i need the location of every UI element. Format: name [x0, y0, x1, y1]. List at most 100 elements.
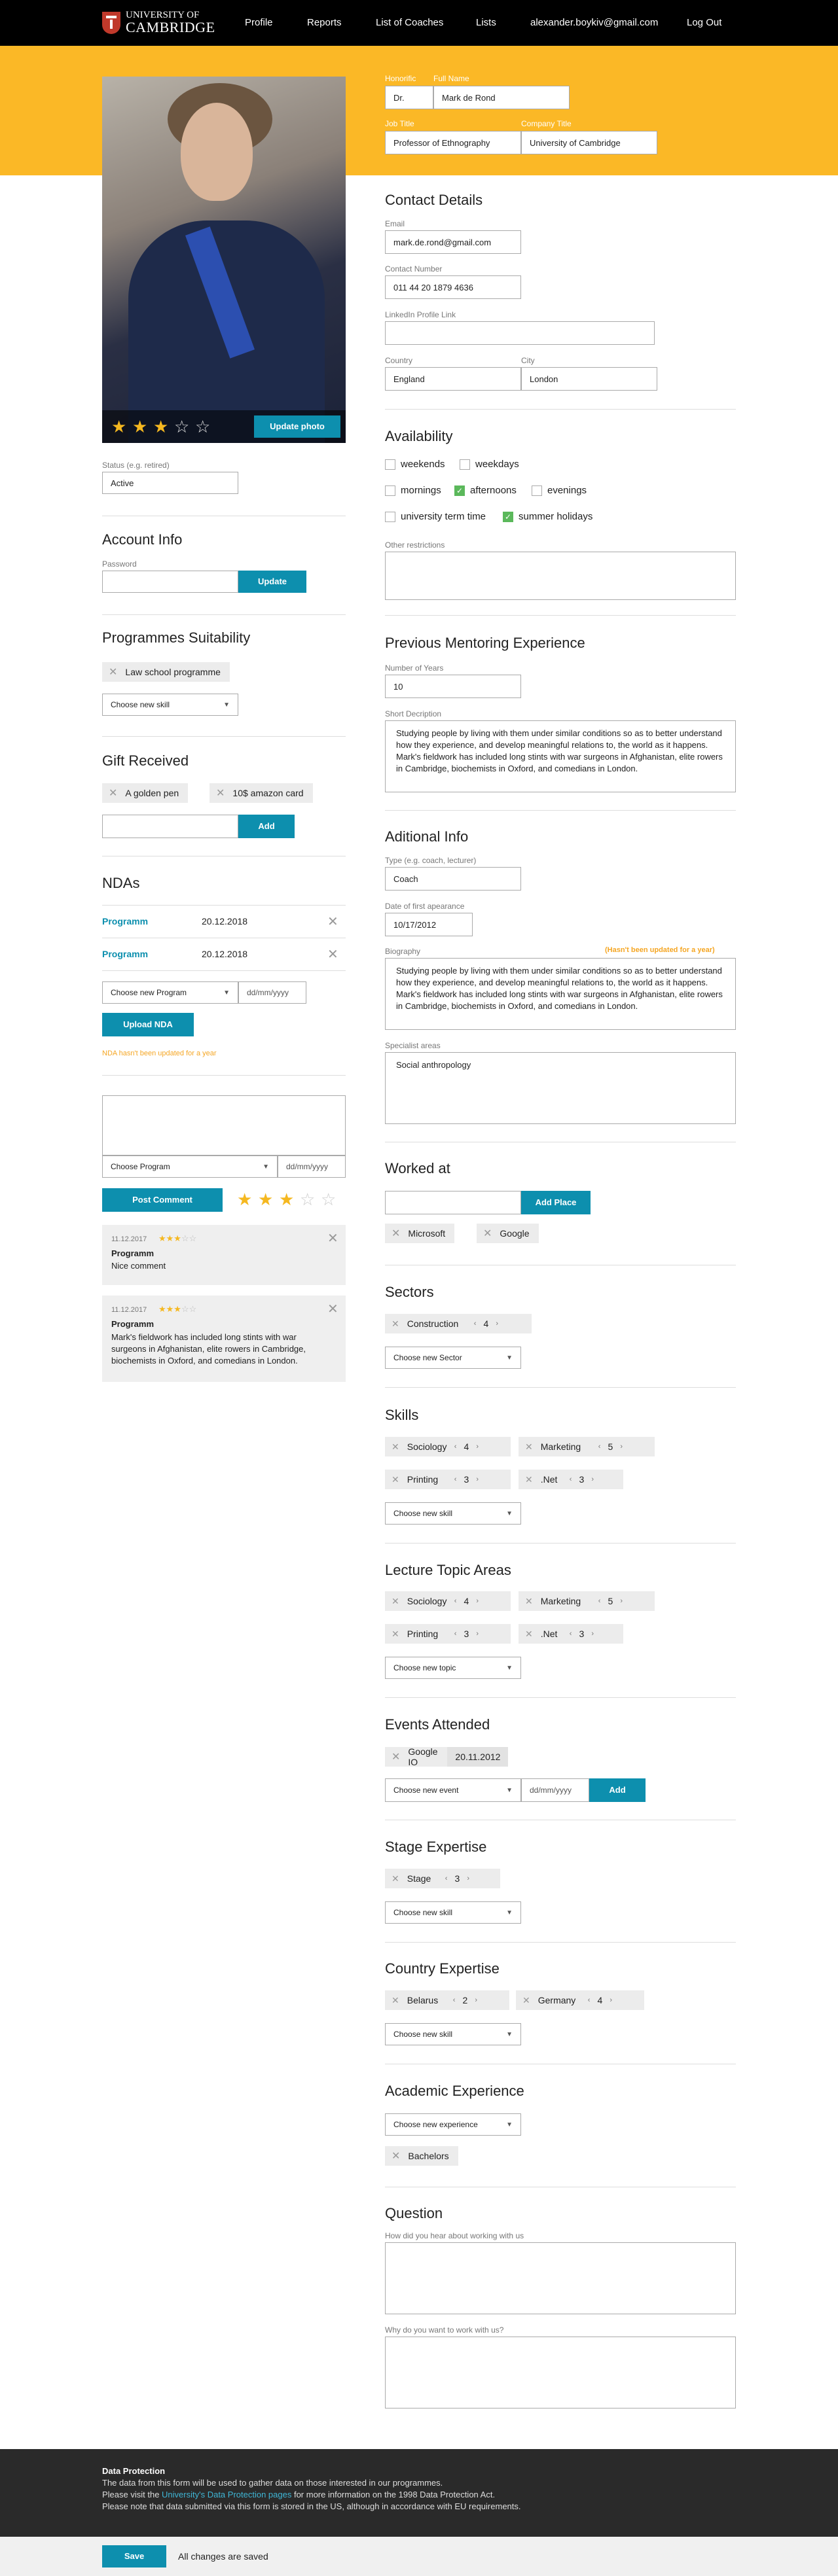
remove-icon[interactable]: ✕: [392, 1474, 399, 1485]
increment-icon[interactable]: ›: [475, 1996, 477, 2004]
restrictions-textarea[interactable]: [385, 552, 736, 600]
nda-date-input[interactable]: dd/mm/yyyy: [238, 981, 306, 1004]
email-field[interactable]: mark.de.rond@gmail.com: [385, 230, 521, 254]
event-date-input[interactable]: dd/mm/yyyy: [521, 1778, 589, 1802]
remove-icon[interactable]: ✕: [109, 786, 117, 800]
remove-icon[interactable]: ✕: [483, 1227, 492, 1240]
data-protection-link[interactable]: University's Data Protection pages: [162, 2490, 291, 2499]
star-icon[interactable]: ★: [111, 418, 126, 435]
remove-icon[interactable]: ✕: [216, 786, 225, 800]
star-icon[interactable]: ★: [258, 1191, 273, 1208]
type-field[interactable]: Coach: [385, 867, 521, 891]
comment-textarea[interactable]: [102, 1095, 346, 1156]
increment-icon[interactable]: ›: [591, 1475, 594, 1483]
choose-stage-select[interactable]: Choose new skill ▼: [385, 1901, 521, 1924]
star-icon[interactable]: ★: [132, 418, 147, 435]
close-icon[interactable]: ✕: [327, 946, 338, 962]
close-icon[interactable]: ✕: [327, 1230, 338, 1246]
star-outline-icon[interactable]: ☆: [321, 1191, 336, 1208]
remove-icon[interactable]: ✕: [392, 1995, 399, 2006]
remove-icon[interactable]: ✕: [392, 1441, 399, 1453]
increment-icon[interactable]: ›: [476, 1443, 479, 1451]
gift-input[interactable]: [102, 815, 238, 838]
comment-program-select[interactable]: Choose Program ▼: [102, 1156, 278, 1178]
comment-date-input[interactable]: dd/mm/yyyy: [278, 1156, 346, 1178]
choose-event-select[interactable]: Choose new event ▼: [385, 1778, 521, 1802]
worked-at-input[interactable]: [385, 1191, 521, 1214]
increment-icon[interactable]: ›: [610, 1996, 612, 2004]
increment-icon[interactable]: ›: [620, 1597, 623, 1605]
remove-icon[interactable]: ✕: [525, 1629, 533, 1640]
increment-icon[interactable]: ›: [467, 1875, 469, 1882]
remove-icon[interactable]: ✕: [525, 1474, 533, 1485]
choose-country-select[interactable]: Choose new skill ▼: [385, 2023, 521, 2045]
post-comment-button[interactable]: Post Comment: [102, 1188, 223, 1212]
choose-skill-select[interactable]: Choose new skill ▼: [102, 694, 238, 716]
star-icon[interactable]: ★: [237, 1191, 252, 1208]
remove-icon[interactable]: ✕: [392, 1629, 399, 1640]
checkbox-weekdays[interactable]: [460, 459, 470, 470]
nda-program-link[interactable]: Programm: [102, 916, 148, 926]
nav-lists[interactable]: Lists: [476, 17, 496, 28]
star-icon[interactable]: ★: [279, 1191, 294, 1208]
company-field[interactable]: University of Cambridge: [521, 131, 657, 154]
specialist-textarea[interactable]: Social anthropology: [385, 1052, 736, 1124]
checkbox-evenings[interactable]: [532, 485, 542, 496]
linkedin-field[interactable]: [385, 321, 655, 345]
checkbox-mornings[interactable]: [385, 485, 395, 496]
phone-field[interactable]: 011 44 20 1879 4636: [385, 275, 521, 299]
fullname-field[interactable]: Mark de Rond: [433, 86, 570, 109]
choose-skill-select[interactable]: Choose new skill ▼: [385, 1502, 521, 1525]
biography-textarea[interactable]: Studying people by living with them unde…: [385, 958, 736, 1030]
remove-icon[interactable]: ✕: [525, 1596, 533, 1607]
university-logo[interactable]: UNIVERSITY OF CAMBRIDGE: [102, 10, 215, 35]
close-icon[interactable]: ✕: [327, 913, 338, 930]
update-password-button[interactable]: Update: [238, 571, 306, 593]
increment-icon[interactable]: ›: [476, 1630, 479, 1638]
honorific-field[interactable]: Dr.: [385, 86, 433, 109]
checkbox-summer-holidays[interactable]: ✓: [503, 512, 513, 522]
nav-reports[interactable]: Reports: [307, 17, 342, 28]
star-icon[interactable]: ★: [153, 418, 168, 435]
nda-program-select[interactable]: Choose new Program ▼: [102, 981, 238, 1004]
remove-icon[interactable]: ✕: [392, 2149, 400, 2162]
add-gift-button[interactable]: Add: [238, 815, 295, 838]
checkbox-afternoons[interactable]: ✓: [454, 485, 465, 496]
nav-user-email[interactable]: alexander.boykiv@gmail.com: [530, 17, 658, 28]
add-event-button[interactable]: Add: [589, 1778, 646, 1802]
question1-textarea[interactable]: [385, 2242, 736, 2314]
remove-icon[interactable]: ✕: [392, 1873, 399, 1884]
increment-icon[interactable]: ›: [591, 1630, 594, 1638]
close-icon[interactable]: ✕: [327, 1301, 338, 1317]
choose-topic-select[interactable]: Choose new topic ▼: [385, 1657, 521, 1679]
nav-logout[interactable]: Log Out: [687, 17, 721, 28]
star-outline-icon[interactable]: ☆: [195, 418, 210, 435]
add-place-button[interactable]: Add Place: [521, 1191, 591, 1214]
star-outline-icon[interactable]: ☆: [174, 418, 189, 435]
status-field[interactable]: Active: [102, 472, 238, 494]
increment-icon[interactable]: ›: [476, 1597, 479, 1605]
update-photo-button[interactable]: Update photo: [254, 415, 340, 438]
remove-icon[interactable]: ✕: [392, 1750, 400, 1763]
checkbox-weekends[interactable]: [385, 459, 395, 470]
increment-icon[interactable]: ›: [496, 1320, 498, 1328]
city-field[interactable]: London: [521, 367, 657, 391]
increment-icon[interactable]: ›: [620, 1443, 623, 1451]
nda-program-link[interactable]: Programm: [102, 949, 148, 959]
question2-textarea[interactable]: [385, 2337, 736, 2408]
upload-nda-button[interactable]: Upload NDA: [102, 1013, 194, 1036]
remove-icon[interactable]: ✕: [392, 1227, 400, 1240]
remove-icon[interactable]: ✕: [392, 1318, 399, 1330]
remove-icon[interactable]: ✕: [109, 665, 117, 679]
nav-list-of-coaches[interactable]: List of Coaches: [376, 17, 443, 28]
checkbox-term-time[interactable]: [385, 512, 395, 522]
country-field[interactable]: England: [385, 367, 521, 391]
increment-icon[interactable]: ›: [476, 1475, 479, 1483]
password-field[interactable]: [102, 571, 238, 593]
short-description-textarea[interactable]: Studying people by living with them unde…: [385, 720, 736, 792]
star-outline-icon[interactable]: ☆: [300, 1191, 315, 1208]
first-appearance-field[interactable]: 10/17/2012: [385, 913, 473, 936]
choose-sector-select[interactable]: Choose new Sector ▼: [385, 1347, 521, 1369]
save-button[interactable]: Save: [102, 2545, 166, 2567]
nav-profile[interactable]: Profile: [245, 17, 273, 28]
